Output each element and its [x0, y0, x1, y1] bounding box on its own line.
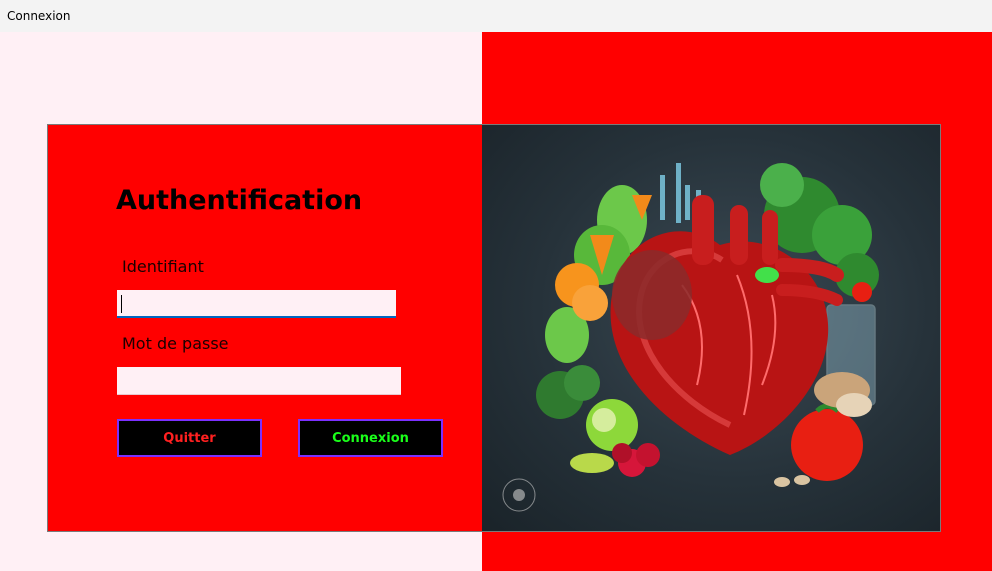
- username-label: Identifiant: [122, 257, 204, 276]
- quit-button[interactable]: Quitter: [117, 419, 262, 457]
- window-titlebar: Connexion: [0, 0, 992, 32]
- heart-illustration: [482, 125, 940, 531]
- password-field[interactable]: [117, 367, 401, 395]
- page-title: Authentification: [116, 185, 363, 216]
- heart-illustration-graphic: [502, 163, 879, 512]
- login-button[interactable]: Connexion: [298, 419, 443, 457]
- text-caret: [121, 295, 122, 313]
- form-panel: Authentification Identifiant Mot de pass…: [48, 125, 482, 531]
- login-card: Authentification Identifiant Mot de pass…: [47, 124, 941, 532]
- window-title: Connexion: [7, 9, 71, 23]
- username-field[interactable]: [117, 290, 396, 318]
- password-label: Mot de passe: [122, 334, 229, 353]
